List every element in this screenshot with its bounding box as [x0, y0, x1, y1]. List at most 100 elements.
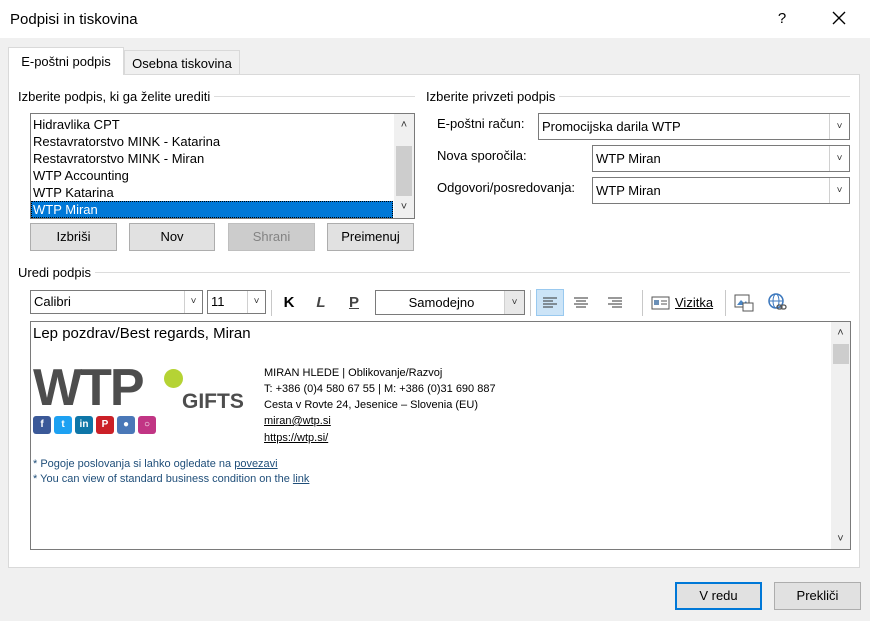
help-button[interactable]: ?: [772, 10, 792, 27]
signature-website-link[interactable]: https://wtp.si/: [264, 432, 328, 444]
new-messages-dropdown[interactable]: WTP Miran ˅: [592, 145, 850, 172]
terms-line-en: * You can view of standard business cond…: [33, 473, 309, 485]
font-family-value: Calibri: [34, 294, 71, 309]
logo-dot: [164, 369, 183, 388]
chevron-down-icon: ˅: [829, 146, 849, 171]
save-button[interactable]: Shrani: [228, 223, 315, 251]
replies-dropdown[interactable]: WTP Miran ˅: [592, 177, 850, 204]
tab-personal-stationery-label: Osebna tiskovina: [132, 56, 232, 71]
font-size-value: 11: [211, 294, 225, 309]
chevron-down-icon: ˅: [829, 114, 849, 139]
scroll-down-icon[interactable]: ˅: [394, 198, 414, 216]
insert-hyperlink-button[interactable]: [766, 291, 790, 315]
toolbar-separator: [725, 290, 726, 316]
hyperlink-icon: [768, 293, 787, 310]
underline-button[interactable]: P: [344, 291, 364, 315]
list-item-selected[interactable]: WTP Miran: [31, 201, 393, 218]
cancel-button[interactable]: Prekliči: [774, 582, 861, 610]
rename-button[interactable]: Preimenuj: [327, 223, 414, 251]
chevron-down-icon: ˅: [504, 291, 524, 314]
select-signature-label: Izberite podpis, ki ga želite urediti: [18, 89, 215, 104]
font-color-value: Samodejno: [408, 295, 475, 310]
close-button[interactable]: [828, 6, 850, 30]
window-title: Podpisi in tiskovina: [10, 11, 138, 28]
list-item[interactable]: Hidravlika CPT: [31, 116, 393, 133]
scroll-thumb[interactable]: [833, 344, 849, 364]
picture-icon: [734, 294, 754, 312]
replies-label: Odgovori/posredovanja:: [437, 180, 576, 195]
terms-sl-link[interactable]: povezavi: [234, 458, 277, 470]
toolbar-separator: [642, 290, 643, 316]
cancel-button-label: Prekliči: [796, 588, 839, 603]
business-card-button[interactable]: Vizitka: [651, 293, 721, 313]
font-color-dropdown[interactable]: Samodejno ˅: [375, 290, 525, 315]
tab-personal-stationery[interactable]: Osebna tiskovina: [124, 50, 240, 74]
scroll-thumb[interactable]: [396, 146, 412, 196]
terms-en-link[interactable]: link: [293, 473, 310, 485]
twitter-icon[interactable]: t: [54, 416, 72, 434]
signature-phone-line: T: +386 (0)4 580 67 55 | M: +386 (0)31 6…: [264, 383, 496, 395]
signature-name-line: MIRAN HLEDE | Oblikovanje/Razvoj: [264, 367, 443, 379]
ok-button-label: V redu: [699, 588, 738, 603]
list-item[interactable]: Restavratorstvo MINK - Katarina: [31, 133, 393, 150]
scroll-up-icon[interactable]: ˄: [394, 116, 414, 134]
list-item[interactable]: WTP Accounting: [31, 167, 393, 184]
new-messages-label: Nova sporočila:: [437, 148, 527, 163]
font-family-dropdown[interactable]: Calibri ˅: [30, 290, 203, 314]
new-button-label: Nov: [160, 229, 184, 244]
bold-button[interactable]: K: [279, 291, 299, 315]
italic-button[interactable]: L: [311, 291, 331, 315]
delete-button[interactable]: Izbriši: [30, 223, 117, 251]
flickr-icon[interactable]: ●: [117, 416, 135, 434]
pinterest-icon[interactable]: P: [96, 416, 114, 434]
terms-en-text: * You can view of standard business cond…: [33, 473, 293, 485]
align-right-icon: [608, 297, 622, 308]
ok-button[interactable]: V redu: [675, 582, 762, 610]
align-center-icon: [574, 297, 588, 308]
signature-list[interactable]: Hidravlika CPT Restavratorstvo MINK - Ka…: [30, 113, 415, 219]
account-dropdown[interactable]: Promocijska darila WTP ˅: [538, 113, 850, 140]
delete-button-label: Izbriši: [56, 229, 91, 244]
signature-email-link[interactable]: miran@wtp.si: [264, 415, 331, 427]
align-left-button[interactable]: [536, 289, 564, 316]
linkedin-icon[interactable]: in: [75, 416, 93, 434]
toolbar-separator: [530, 290, 531, 316]
logo-wordmark: WTP: [33, 359, 145, 417]
align-right-button[interactable]: [602, 290, 628, 315]
font-size-dropdown[interactable]: 11 ˅: [207, 290, 266, 314]
save-button-label: Shrani: [252, 229, 291, 244]
business-card-icon: [651, 296, 670, 310]
instagram-icon[interactable]: ○: [138, 416, 156, 434]
signature-editor[interactable]: Lep pozdrav/Best regards, Miran WTP GIFT…: [30, 321, 851, 550]
business-card-label: Vizitka: [675, 295, 714, 310]
replies-value: WTP Miran: [596, 183, 661, 198]
facebook-icon[interactable]: f: [33, 416, 51, 434]
tab-email-signature-label: E-poštni podpis: [21, 54, 111, 69]
signature-greeting: Lep pozdrav/Best regards, Miran: [33, 325, 251, 342]
account-value: Promocijska darila WTP: [542, 119, 681, 134]
tab-email-signature[interactable]: E-poštni podpis: [8, 47, 124, 75]
align-center-button[interactable]: [568, 290, 594, 315]
list-item[interactable]: Restavratorstvo MINK - Miran: [31, 150, 393, 167]
align-left-icon: [543, 297, 557, 308]
rename-button-label: Preimenuj: [341, 229, 400, 244]
toolbar-separator: [271, 290, 272, 316]
editor-scrollbar[interactable]: ˄ ˅: [831, 322, 850, 549]
list-scrollbar[interactable]: ˄ ˅: [394, 114, 414, 218]
close-icon: [832, 11, 846, 25]
signature-address-line: Cesta v Rovte 24, Jesenice – Slovenia (E…: [264, 399, 478, 411]
scroll-up-icon[interactable]: ˄: [831, 324, 850, 342]
chevron-down-icon: ˅: [829, 178, 849, 203]
terms-line-sl: * Pogoje poslovanja si lahko ogledate na…: [33, 458, 278, 470]
chevron-down-icon: ˅: [247, 291, 265, 313]
scroll-down-icon[interactable]: ˅: [831, 530, 850, 548]
list-item[interactable]: WTP Katarina: [31, 184, 393, 201]
company-logo: WTP GIFTS: [33, 359, 247, 417]
chevron-down-icon: ˅: [184, 291, 202, 313]
new-messages-value: WTP Miran: [596, 151, 661, 166]
new-button[interactable]: Nov: [129, 223, 215, 251]
social-icons: f t in P ● ○: [33, 416, 163, 436]
group-divider: [20, 272, 850, 273]
account-label: E-poštni račun:: [437, 116, 525, 131]
insert-picture-button[interactable]: [732, 291, 756, 315]
